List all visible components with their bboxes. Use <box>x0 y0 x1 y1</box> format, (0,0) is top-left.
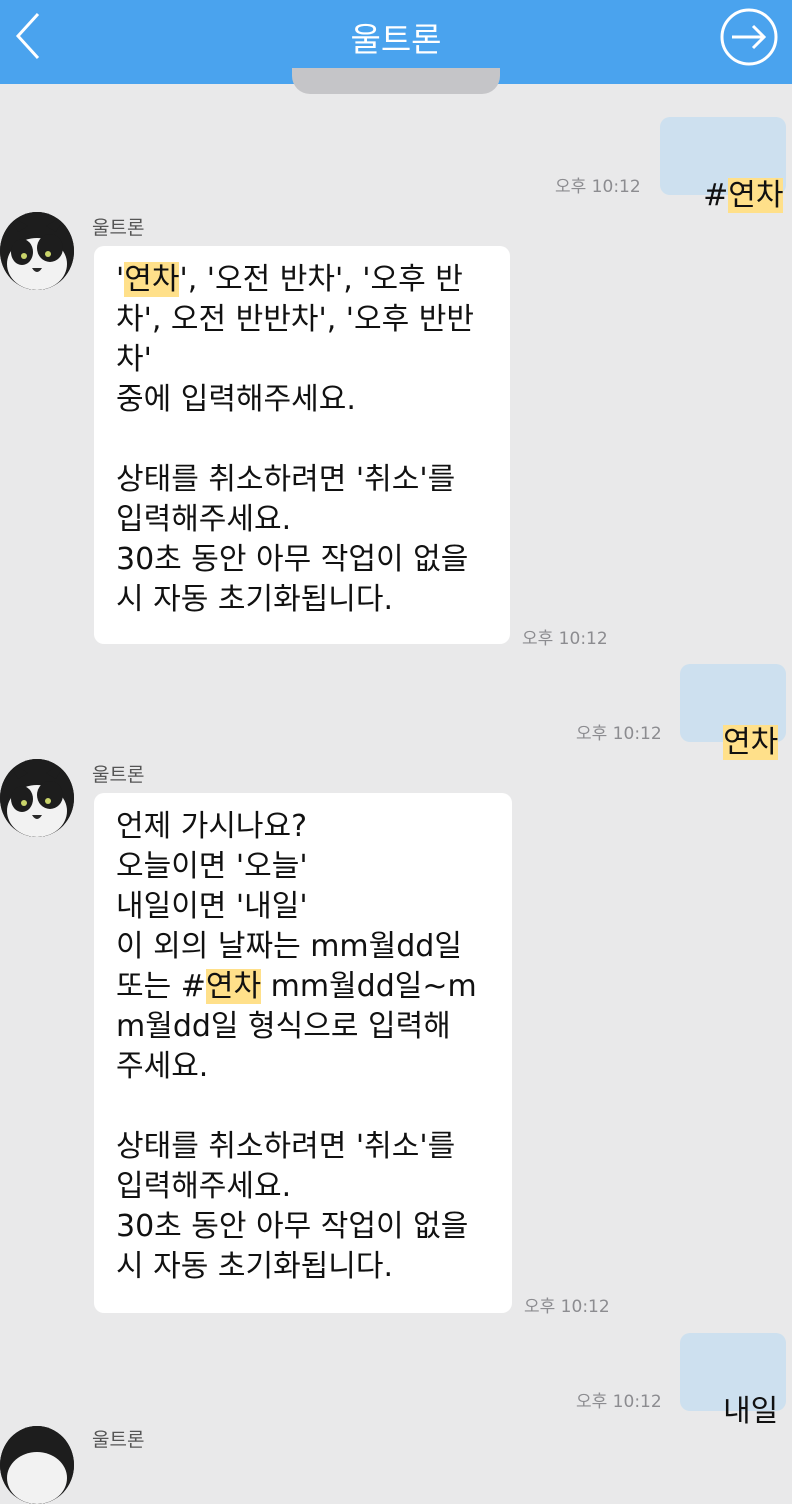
message-text: mm월dd일~m m월dd일 형식으로 입력해 주세요. 상태를 취소하려면 '… <box>116 969 477 1284</box>
incoming-message-bubble[interactable]: '연차', '오전 반차', '오후 반 차', 오전 반반차', '오후 반반… <box>94 246 510 644</box>
cat-avatar-icon <box>0 1426 74 1504</box>
highlighted-keyword: 연차 <box>728 178 784 213</box>
message-time: 오후 10:12 <box>576 724 662 744</box>
avatar[interactable] <box>0 212 74 290</box>
message-time: 오후 10:12 <box>576 1392 662 1412</box>
message-text: ' <box>116 262 125 297</box>
message-text: ', '오전 반차', '오후 반 차', 오전 반반차', '오후 반반 차'… <box>116 262 474 617</box>
sender-name: 울트론 <box>92 764 145 786</box>
date-divider <box>292 68 500 94</box>
cat-avatar-icon <box>0 212 74 290</box>
share-button[interactable] <box>718 6 780 68</box>
highlighted-keyword: 연차 <box>124 262 180 297</box>
avatar[interactable] <box>0 759 74 837</box>
arrow-right-circle-icon <box>720 8 778 66</box>
highlighted-keyword: 연차 <box>205 969 262 1004</box>
outgoing-message-bubble[interactable]: 내일 <box>680 1333 786 1429</box>
incoming-message-bubble[interactable]: 언제 가시나요? 오늘이면 '오늘' 내일이면 '내일' 이 외의 날짜는 mm… <box>94 793 512 1313</box>
highlighted-keyword: 연차 <box>723 725 779 760</box>
message-text: 내일 <box>723 1394 779 1429</box>
outgoing-message-bubble[interactable]: #연차 <box>660 117 786 213</box>
message-time: 오후 10:12 <box>522 629 608 649</box>
avatar[interactable] <box>0 1426 74 1504</box>
sender-name: 울트론 <box>92 1429 145 1451</box>
cat-avatar-icon <box>0 759 74 837</box>
message-text: # <box>703 178 729 213</box>
outgoing-message-bubble[interactable]: 연차 <box>680 664 786 760</box>
message-time: 오후 10:12 <box>524 1297 610 1317</box>
message-time: 오후 10:12 <box>555 177 641 197</box>
sender-name: 울트론 <box>92 217 145 239</box>
